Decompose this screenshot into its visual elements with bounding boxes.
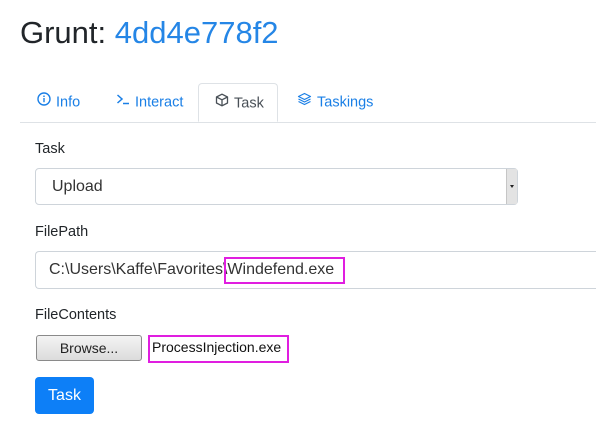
layers-icon (297, 83, 312, 122)
title-prefix: Grunt: (20, 15, 115, 50)
tab-bar: Info Interact Task Taskings (20, 83, 596, 123)
filepath-label: FilePath (35, 224, 89, 240)
filecontents-label: FileContents (35, 307, 117, 323)
selected-file-name: ProcessInjection.exe (152, 339, 282, 355)
task-select-value: Upload (52, 178, 103, 195)
tab-taskings[interactable]: Taskings (297, 83, 373, 122)
task-label: Task (35, 141, 65, 157)
task-select[interactable]: Upload (35, 168, 518, 205)
tab-info[interactable]: Info (37, 83, 80, 122)
filepath-value: C:\Users\Kaffe\Favorites\Windefend.exe (49, 261, 335, 278)
filepath-input[interactable]: C:\Users\Kaffe\Favorites\Windefend.exe (35, 251, 596, 289)
browse-button[interactable]: Browse... (36, 335, 142, 361)
cube-icon (215, 84, 229, 123)
tab-task[interactable]: Task (198, 83, 278, 122)
tab-taskings-label: Taskings (317, 94, 374, 111)
grunt-id[interactable]: 4dd4e778f2 (115, 15, 279, 50)
tab-info-label: Info (56, 94, 81, 111)
task-submit-button[interactable]: Task (35, 377, 94, 414)
terminal-prompt-icon (116, 83, 130, 122)
info-circle-icon (37, 83, 51, 122)
tab-interact-label: Interact (135, 94, 184, 111)
tab-task-label: Task (234, 95, 264, 112)
chevron-down-icon[interactable] (506, 169, 517, 204)
page-title: Grunt: 4dd4e778f2 (20, 13, 279, 53)
tab-interact[interactable]: Interact (116, 83, 183, 122)
